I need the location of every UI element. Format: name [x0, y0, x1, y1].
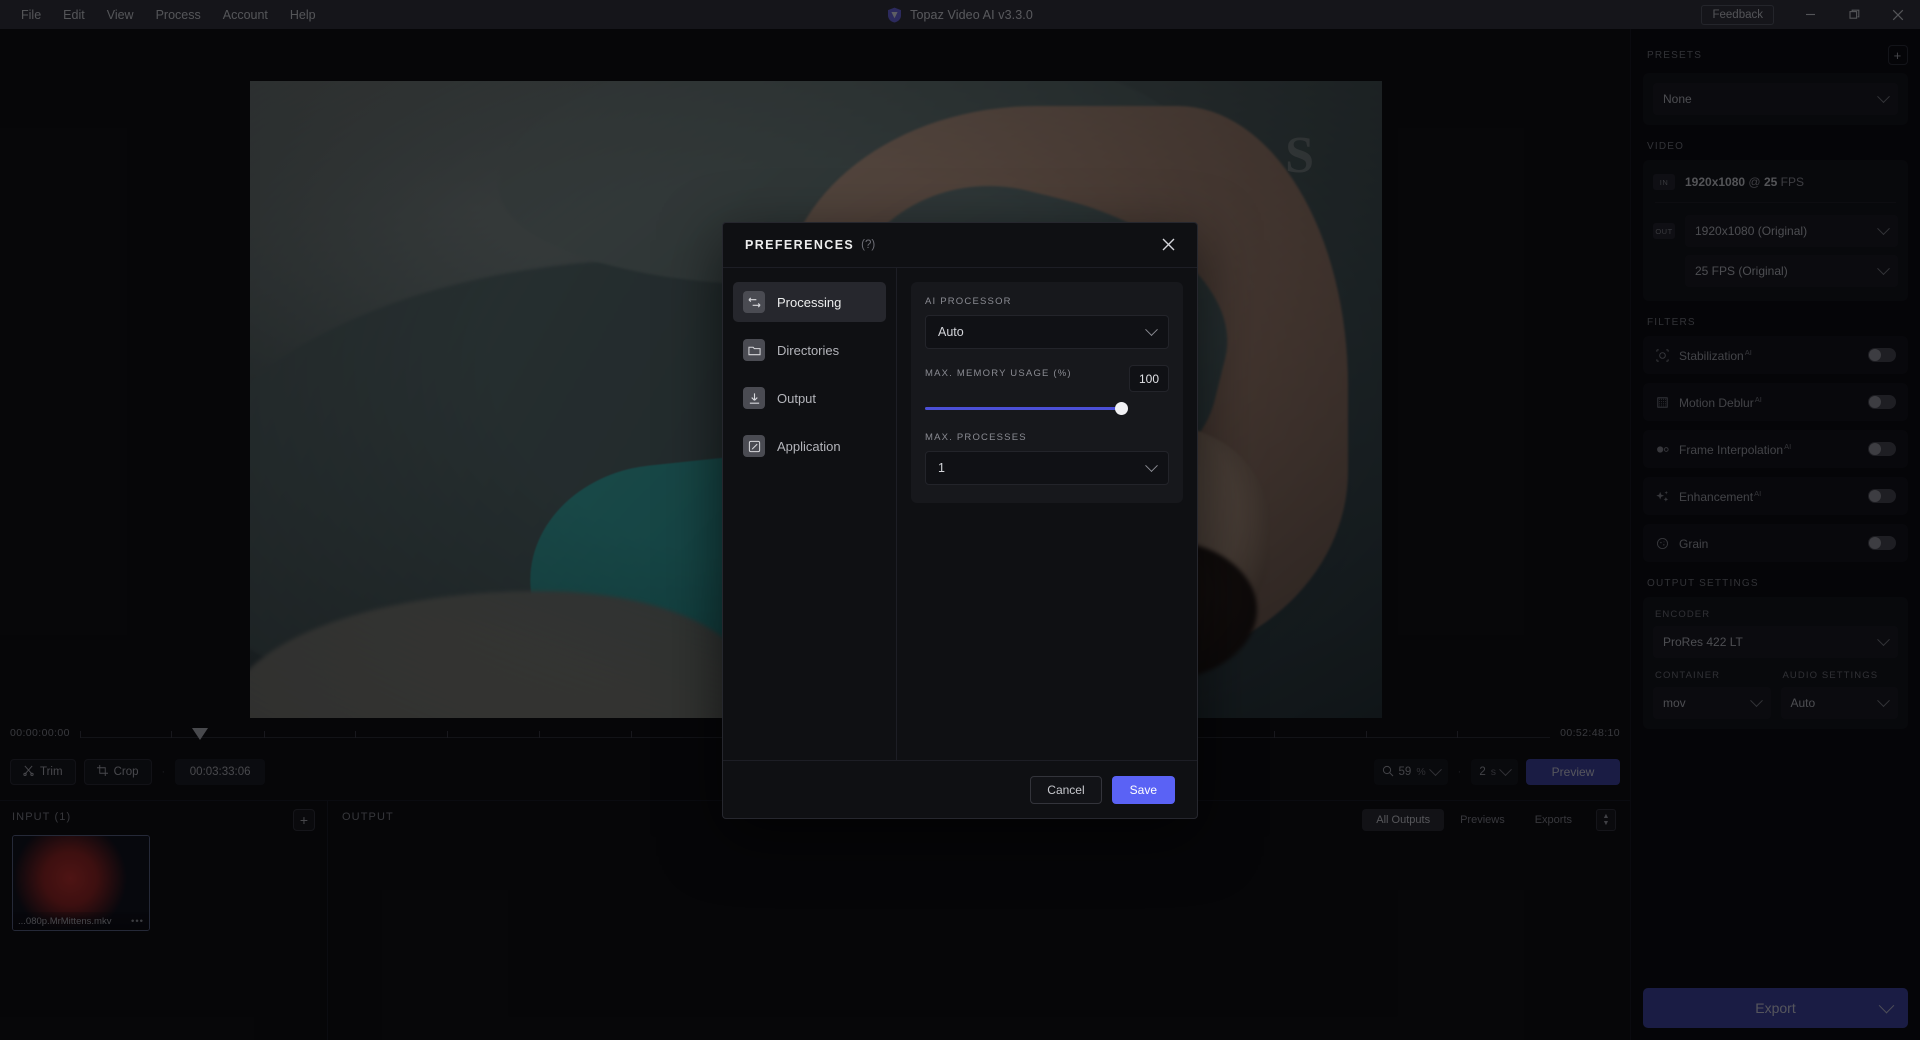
slider-fill: [925, 407, 1121, 410]
cancel-button[interactable]: Cancel: [1030, 775, 1102, 804]
chevron-down-icon: [1145, 458, 1158, 472]
memory-usage-slider[interactable]: [925, 402, 1128, 416]
dialog-body: Processing Directories Output Applicatio…: [723, 268, 1197, 760]
dialog-nav-directories[interactable]: Directories: [733, 330, 886, 370]
dialog-footer: Cancel Save: [723, 760, 1197, 818]
chevron-down-icon: [1145, 322, 1158, 336]
dialog-main: AI PROCESSOR Auto MAX. MEMORY USAGE (%) …: [897, 268, 1197, 760]
dialog-nav-label: Directories: [777, 342, 840, 358]
ai-processor-value: Auto: [938, 325, 964, 339]
memory-usage-value[interactable]: 100: [1129, 365, 1169, 392]
ai-processor-label: AI PROCESSOR: [925, 296, 1012, 307]
max-processes-value: 1: [938, 461, 945, 475]
dialog-nav-output[interactable]: Output: [733, 378, 886, 418]
dialog-nav-label: Processing: [777, 294, 842, 310]
app-window: File Edit View Process Account Help Topa…: [0, 0, 1920, 1040]
folder-icon: [743, 339, 765, 361]
dialog-nav-processing[interactable]: Processing: [733, 282, 886, 322]
dialog-nav-application[interactable]: Application: [733, 426, 886, 466]
max-processes-label: MAX. PROCESSES: [925, 432, 1027, 443]
preferences-dialog: PREFERENCES (?) Processing Directories O…: [722, 222, 1198, 819]
save-button[interactable]: Save: [1111, 775, 1175, 804]
memory-usage-header: MAX. MEMORY USAGE (%) 100: [925, 365, 1169, 392]
app-edit-icon: [743, 435, 765, 457]
close-icon[interactable]: [1162, 237, 1175, 254]
download-icon: [743, 387, 765, 409]
dialog-nav: Processing Directories Output Applicatio…: [723, 268, 897, 760]
help-icon[interactable]: (?): [861, 239, 875, 251]
dialog-nav-label: Application: [777, 438, 841, 454]
dialog-header: PREFERENCES (?): [723, 223, 1197, 268]
ai-processor-select[interactable]: Auto: [925, 315, 1169, 349]
processing-icon: [743, 291, 765, 313]
slider-knob[interactable]: [1115, 402, 1128, 415]
dialog-title: PREFERENCES: [745, 238, 855, 252]
memory-usage-label: MAX. MEMORY USAGE (%): [925, 368, 1072, 379]
max-processes-select[interactable]: 1: [925, 451, 1169, 485]
processing-panel: AI PROCESSOR Auto MAX. MEMORY USAGE (%) …: [911, 282, 1183, 503]
dialog-nav-label: Output: [777, 390, 817, 406]
